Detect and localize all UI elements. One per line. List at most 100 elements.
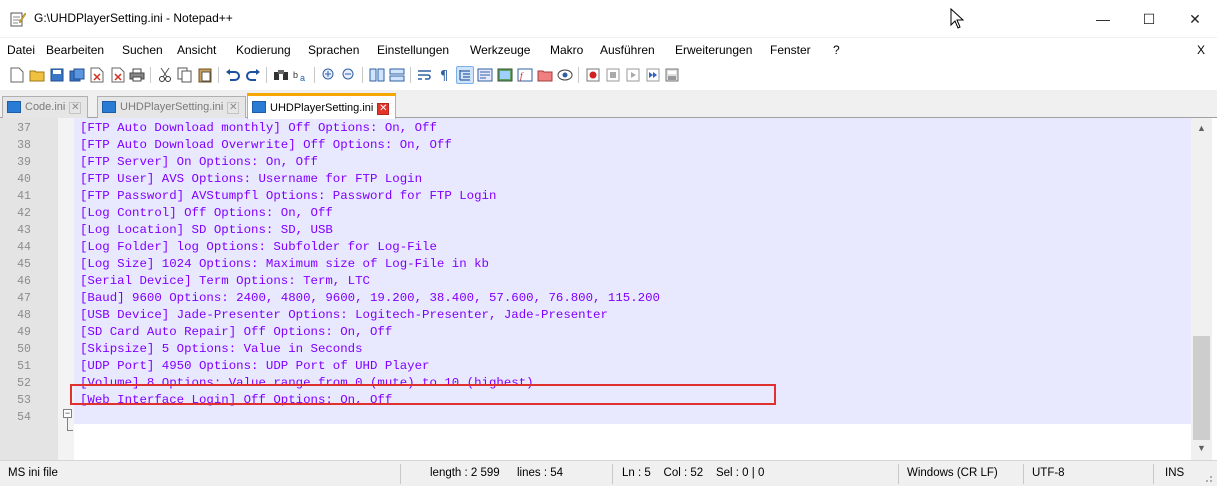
- code-line[interactable]: [Log Control] Off Options: On, Off: [80, 205, 333, 222]
- close-all-icon[interactable]: [108, 66, 126, 84]
- saved-file-icon: [7, 101, 21, 113]
- menu-erweiterungen[interactable]: Erweiterungen: [675, 43, 752, 57]
- new-icon[interactable]: [8, 66, 26, 84]
- tab-close-icon[interactable]: ✕: [227, 102, 240, 114]
- line-number: 49: [17, 326, 31, 339]
- line-number: 40: [17, 173, 31, 186]
- mouse-cursor-icon: [950, 8, 965, 29]
- minimize-button[interactable]: —: [1080, 0, 1126, 38]
- menu-bearbeiten[interactable]: Bearbeiten: [46, 43, 104, 57]
- sync-horizontal-icon[interactable]: [388, 66, 406, 84]
- scroll-down-icon[interactable]: ▼: [1191, 440, 1212, 457]
- undo-icon[interactable]: [224, 66, 242, 84]
- resize-grip-icon[interactable]: [1201, 471, 1213, 483]
- find-icon[interactable]: [272, 66, 290, 84]
- tab-uhdplayersetting-ini-1[interactable]: UHDPlayerSetting.ini ✕: [97, 96, 247, 118]
- svg-text:a: a: [300, 73, 305, 82]
- scroll-up-icon[interactable]: ▲: [1191, 120, 1212, 137]
- code-line[interactable]: [Serial Device] Term Options: Term, LTC: [80, 273, 370, 290]
- code-line[interactable]: [SD Card Auto Repair] Off Options: On, O…: [80, 324, 392, 341]
- indent-guide-icon[interactable]: [456, 66, 474, 84]
- line-number: 38: [17, 139, 31, 152]
- menu-ansicht[interactable]: Ansicht: [177, 43, 216, 57]
- monitor-icon[interactable]: [556, 66, 574, 84]
- svg-text:b: b: [293, 70, 298, 80]
- code-line[interactable]: [FTP User] AVS Options: Username for FTP…: [80, 171, 422, 188]
- menu-fenster[interactable]: Fenster: [770, 43, 811, 57]
- word-wrap-icon[interactable]: [416, 66, 434, 84]
- code-line[interactable]: [Log Folder] log Options: Subfolder for …: [80, 239, 437, 256]
- show-all-chars-icon[interactable]: ¶: [436, 66, 454, 84]
- menu-werkzeuge[interactable]: Werkzeuge: [470, 43, 530, 57]
- tab-close-icon[interactable]: ✕: [377, 103, 390, 115]
- menu-help[interactable]: ?: [833, 43, 840, 57]
- save-icon[interactable]: [48, 66, 66, 84]
- menu-sprachen[interactable]: Sprachen: [308, 43, 359, 57]
- tab-code-ini[interactable]: Code.ini ✕: [2, 96, 89, 118]
- code-line[interactable]: [USB Device] Jade-Presenter Options: Log…: [80, 307, 608, 324]
- sync-vertical-icon[interactable]: [368, 66, 386, 84]
- status-separator: [1153, 464, 1154, 484]
- save-macro-icon[interactable]: [664, 66, 682, 84]
- line-number: 48: [17, 309, 31, 322]
- tab-label: Code.ini: [25, 101, 66, 113]
- tab-label: UHDPlayerSetting.ini: [120, 101, 224, 113]
- code-line[interactable]: [UDP Port] 4950 Options: UDP Port of UHD…: [80, 358, 429, 375]
- code-line[interactable]: [Log Location] SD Options: SD, USB: [80, 222, 333, 239]
- menu-suchen[interactable]: Suchen: [122, 43, 163, 57]
- tab-uhdplayersetting-ini-active[interactable]: UHDPlayerSetting.ini ✕: [247, 93, 397, 119]
- redo-icon[interactable]: [244, 66, 262, 84]
- zoom-out-icon[interactable]: [340, 66, 358, 84]
- close-document-button[interactable]: X: [1197, 43, 1205, 57]
- code-line[interactable]: [FTP Auto Download Overwrite] Off Option…: [80, 137, 452, 154]
- status-file-type: MS ini file: [8, 467, 58, 479]
- line-number: 54: [17, 411, 31, 424]
- zoom-in-icon[interactable]: [320, 66, 338, 84]
- line-number: 42: [17, 207, 31, 220]
- status-separator: [612, 464, 613, 484]
- code-line[interactable]: [FTP Password] AVStumpfl Options: Passwo…: [80, 188, 496, 205]
- code-line[interactable]: [Baud] 9600 Options: 2400, 4800, 9600, 1…: [80, 290, 660, 307]
- status-lines: lines : 54: [517, 467, 564, 479]
- folder-workspace-icon[interactable]: [536, 66, 554, 84]
- code-line[interactable]: [Log Size] 1024 Options: Maximum size of…: [80, 256, 489, 273]
- code-line[interactable]: [FTP Server] On Options: On, Off: [80, 154, 318, 171]
- menu-kodierung[interactable]: Kodierung: [236, 43, 291, 57]
- code-line[interactable]: [FTP Auto Download monthly] Off Options:…: [80, 120, 437, 137]
- stop-macro-icon[interactable]: [604, 66, 622, 84]
- editor-area[interactable]: 37 [FTP Auto Download monthly] Off Option…: [0, 118, 1217, 460]
- open-icon[interactable]: [28, 66, 46, 84]
- close-window-button[interactable]: ✕: [1172, 0, 1217, 38]
- status-length: length : 2 599: [430, 467, 500, 479]
- svg-text:¶: ¶: [440, 69, 448, 82]
- copy-icon[interactable]: [176, 66, 194, 84]
- status-insert-mode[interactable]: INS: [1165, 467, 1184, 479]
- vertical-scrollbar[interactable]: ▲ ▼: [1191, 118, 1212, 460]
- replace-icon[interactable]: ba: [292, 66, 310, 84]
- fold-toggle-icon[interactable]: −: [63, 409, 72, 418]
- status-bar: MS ini file length : 2 599 lines : 54 Ln…: [0, 460, 1217, 486]
- maximize-button[interactable]: ☐: [1126, 0, 1172, 38]
- paste-icon[interactable]: [196, 66, 214, 84]
- record-macro-icon[interactable]: [584, 66, 602, 84]
- menu-ausfuehren[interactable]: Ausführen: [600, 43, 655, 57]
- scroll-thumb[interactable]: [1193, 336, 1210, 440]
- doc-map-icon[interactable]: [496, 66, 514, 84]
- print-icon[interactable]: [128, 66, 146, 84]
- run-macro-multiple-icon[interactable]: [644, 66, 662, 84]
- function-list-icon[interactable]: f: [516, 66, 534, 84]
- menu-makro[interactable]: Makro: [550, 43, 583, 57]
- tab-close-icon[interactable]: ✕: [69, 102, 82, 114]
- menu-bar: Datei Bearbeiten Suchen Ansicht Kodierun…: [0, 38, 1217, 62]
- menu-einstellungen[interactable]: Einstellungen: [377, 43, 449, 57]
- lang-define-icon[interactable]: [476, 66, 494, 84]
- save-all-icon[interactable]: [68, 66, 86, 84]
- close-icon[interactable]: [88, 66, 106, 84]
- code-line[interactable]: [Skipsize] 5 Options: Value in Seconds: [80, 341, 363, 358]
- status-separator: [400, 464, 401, 484]
- line-number: 46: [17, 275, 31, 288]
- menu-datei[interactable]: Datei: [7, 43, 35, 57]
- play-macro-icon[interactable]: [624, 66, 642, 84]
- status-position: Ln : 5 Col : 52 Sel : 0 | 0: [622, 467, 765, 479]
- cut-icon[interactable]: [156, 66, 174, 84]
